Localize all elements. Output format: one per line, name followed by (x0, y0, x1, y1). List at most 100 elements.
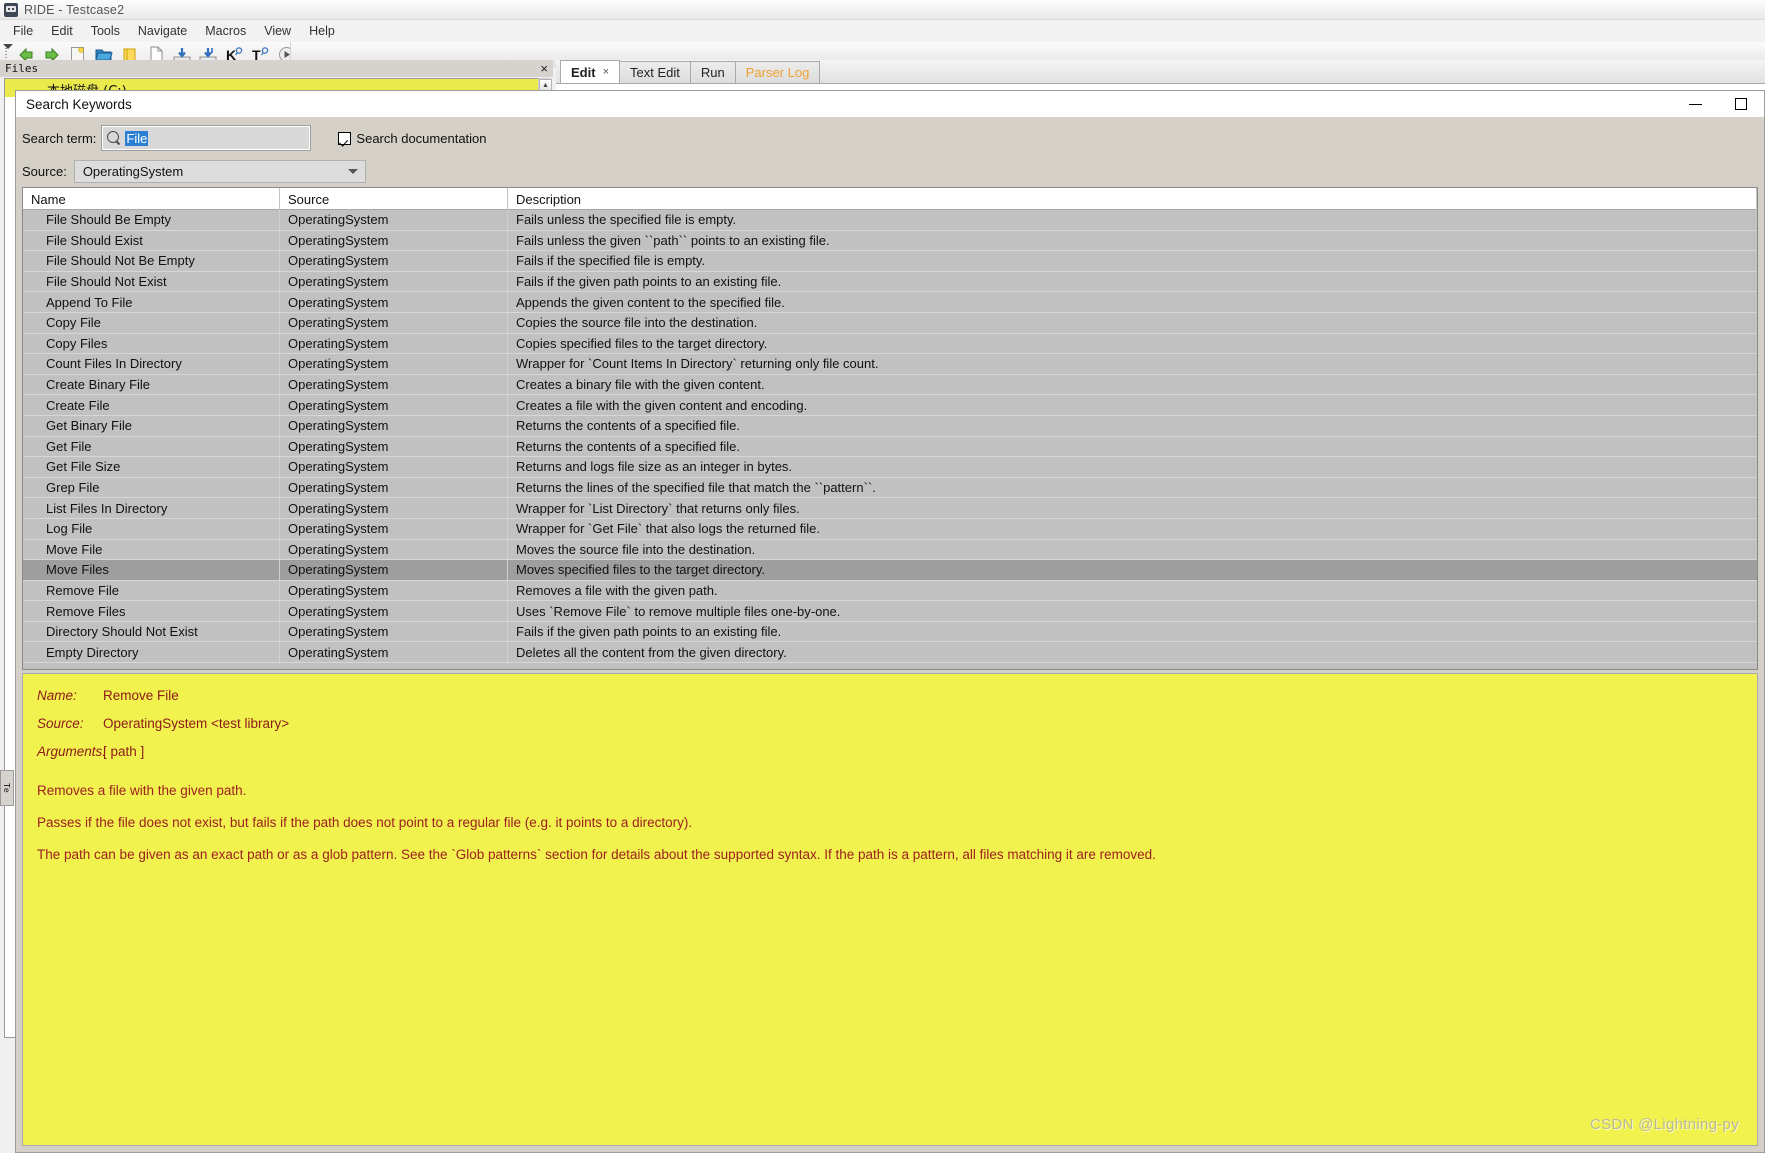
table-row[interactable]: Append To File OperatingSystem Appends the… (23, 292, 1757, 313)
cell-source: OperatingSystem (280, 354, 508, 374)
cell-description: Wrapper for `Get File` that also logs th… (516, 521, 820, 537)
cell-source: OperatingSystem (280, 292, 508, 312)
window-title: RIDE - Testcase2 (24, 2, 125, 17)
menu-item-file[interactable]: File (4, 22, 42, 40)
cell-source: OperatingSystem (280, 312, 508, 333)
doc-name-value: Remove File (103, 688, 179, 703)
menu-item-view[interactable]: View (255, 22, 300, 40)
search-keywords-dialog: Search Keywords Search term: File Search… (15, 90, 1765, 1153)
cell-description: Copies specified files to the target dir… (516, 335, 768, 351)
table-row[interactable]: Create Binary File OperatingSystem Creates… (23, 374, 1757, 396)
checkbox-checked-icon[interactable] (338, 131, 352, 145)
search-term-label: Search term: (22, 130, 97, 146)
table-row[interactable]: List Files In Directory OperatingSystem Wr… (23, 498, 1757, 519)
menu-item-macros[interactable]: Macros (196, 22, 255, 40)
cell-source: OperatingSystem (280, 580, 508, 601)
tab-parser-log[interactable]: Parser Log (734, 61, 821, 83)
toolbar-overflow-arrow-icon[interactable] (3, 43, 13, 49)
table-row[interactable]: File Should Be Empty OperatingSystem Fails… (23, 210, 1757, 231)
cell-name: File Should Be Empty (23, 210, 280, 230)
editor-tabbar: Edit × Text Edit Run Parser Log (556, 60, 1765, 84)
table-row[interactable]: Move File OperatingSystem Moves the source… (23, 539, 1757, 561)
window-titlebar: RIDE - Testcase2 (0, 0, 1765, 20)
doc-name-label: Name: (37, 688, 77, 703)
cell-description: Appends the given content to the specifi… (516, 294, 785, 310)
search-term-row: Search term: File Search documentation (22, 124, 1758, 152)
table-row[interactable]: Get Binary File OperatingSystem Returns th… (23, 415, 1757, 437)
cell-name: Append To File (23, 292, 280, 312)
tab-run[interactable]: Run (689, 61, 736, 83)
cell-description: Fails unless the given ``path`` points t… (516, 232, 830, 248)
minimize-button[interactable] (1672, 91, 1718, 117)
menu-item-edit[interactable]: Edit (42, 22, 82, 40)
doc-name-row: Name: Remove File (37, 688, 1743, 703)
chevron-down-icon[interactable] (347, 168, 358, 174)
cell-description: Deletes all the content from the given d… (516, 644, 787, 660)
doc-source-value: OperatingSystem <test library> (103, 716, 290, 731)
cell-description: Fails if the specified file is empty. (516, 253, 706, 269)
menu-item-help[interactable]: Help (300, 22, 344, 40)
cell-source: OperatingSystem (280, 498, 508, 518)
search-icon (107, 131, 121, 145)
cell-name: Empty Directory (23, 642, 280, 663)
menu-item-navigate[interactable]: Navigate (129, 22, 196, 40)
table-row[interactable]: Remove File OperatingSystem Removes a file… (23, 580, 1757, 602)
cell-name: Get File Size (23, 457, 280, 477)
table-row[interactable]: File Should Not Be Empty OperatingSystem F… (23, 251, 1757, 272)
doc-source-label: Source: (37, 716, 84, 731)
tab-edit-close-icon[interactable]: × (603, 66, 609, 78)
cell-source: OperatingSystem (280, 333, 508, 354)
table-row[interactable]: File Should Not Exist OperatingSystem Fail… (23, 271, 1757, 293)
source-select-value: OperatingSystem (82, 163, 184, 179)
cell-name: Remove Files (23, 601, 280, 621)
cell-description: Creates a binary file with the given con… (516, 377, 765, 393)
cell-name: Create File (23, 395, 280, 415)
search-documentation-label: Search documentation (356, 130, 487, 146)
table-row[interactable]: Count Files In Directory OperatingSystem W… (23, 354, 1757, 375)
doc-arguments-value: [ path ] (103, 744, 145, 759)
tab-text-edit[interactable]: Text Edit (619, 61, 691, 83)
cell-name: Grep File (23, 477, 280, 498)
cell-source: OperatingSystem (280, 539, 508, 560)
cell-source: OperatingSystem (280, 601, 508, 621)
cell-description: Returns and logs file size as an integer… (516, 459, 793, 475)
cell-source: OperatingSystem (280, 621, 508, 642)
source-select[interactable]: OperatingSystem (73, 159, 366, 183)
table-row[interactable]: Empty Directory OperatingSystem Deletes al… (23, 642, 1757, 664)
table-row[interactable]: Move Files OperatingSystem Moves specified… (23, 560, 1757, 581)
column-header-description[interactable]: Description (508, 188, 1757, 210)
tab-edit[interactable]: Edit × (560, 60, 620, 83)
table-row[interactable]: Get File OperatingSystem Returns the conte… (23, 436, 1757, 458)
table-row[interactable]: Directory Should Not Exist OperatingSyste… (23, 621, 1757, 643)
maximize-button[interactable] (1718, 91, 1764, 117)
table-row[interactable]: Create File OperatingSystem Creates a file… (23, 395, 1757, 416)
table-row[interactable]: Get File Size OperatingSystem Returns and … (23, 457, 1757, 478)
table-row[interactable]: File Should Exist OperatingSystem Fails un… (23, 230, 1757, 252)
cell-source: OperatingSystem (280, 210, 508, 230)
keyword-documentation-panel: Name: Remove File Source: OperatingSyste… (22, 673, 1758, 1146)
menu-item-tools[interactable]: Tools (82, 22, 129, 40)
table-row[interactable]: Log File OperatingSystem Wrapper for `Get … (23, 518, 1757, 540)
doc-paragraph: Passes if the file does not exist, but f… (37, 815, 693, 831)
files-pane-close-icon[interactable]: × (540, 60, 548, 77)
column-header-name[interactable]: Name (23, 188, 280, 210)
table-row[interactable]: Copy Files OperatingSystem Copies specifie… (23, 333, 1757, 355)
watermark: CSDN @Lightning-py (1589, 1116, 1739, 1133)
table-row[interactable]: Remove Files OperatingSystem Uses `Remove … (23, 601, 1757, 622)
cell-name: Create Binary File (23, 374, 280, 395)
cell-source: OperatingSystem (280, 251, 508, 271)
cell-name: Directory Should Not Exist (23, 621, 280, 642)
search-input[interactable]: File (102, 126, 311, 150)
cell-name: Log File (23, 518, 280, 539)
search-documentation-checkbox[interactable]: Search documentation (338, 130, 487, 146)
column-header-source[interactable]: Source (280, 188, 508, 210)
dialog-window-buttons (1672, 91, 1764, 117)
keywords-table[interactable]: Name Source Description File Should Be E… (22, 187, 1758, 670)
table-row[interactable]: Grep File OperatingSystem Returns the line… (23, 477, 1757, 499)
files-pane-header: Files × (0, 60, 553, 77)
cell-description: Moves specified files to the target dire… (516, 562, 766, 578)
cell-source: OperatingSystem (280, 415, 508, 436)
test-suites-vertical-tab[interactable]: Te (0, 770, 14, 806)
table-row[interactable]: Copy File OperatingSystem Copies the sourc… (23, 312, 1757, 334)
dialog-body: Search term: File Search documentation S… (16, 117, 1764, 1152)
